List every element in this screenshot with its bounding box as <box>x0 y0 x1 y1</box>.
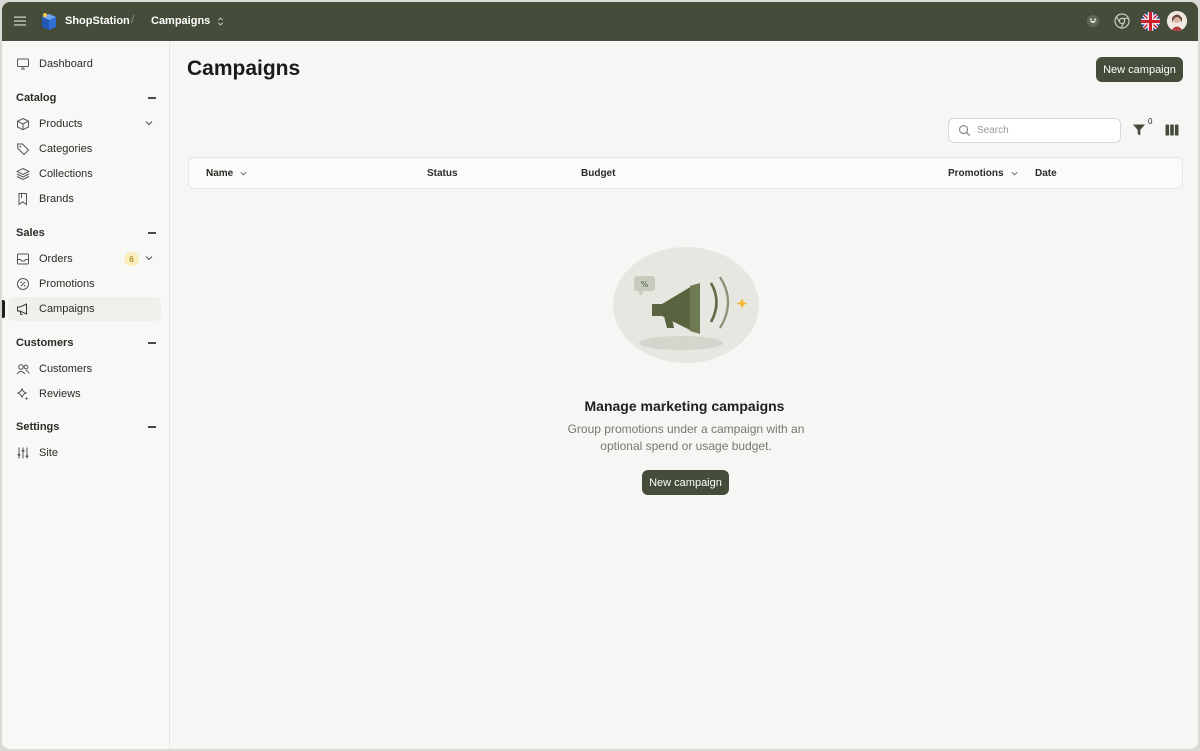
search-icon <box>959 125 971 137</box>
store-status-icon[interactable] <box>1085 13 1101 29</box>
sidebar-item-promotions[interactable]: Promotions <box>8 272 161 296</box>
main-content: Campaigns New campaign 0 Name Status Bud… <box>171 41 1198 749</box>
column-header-status[interactable]: Status <box>427 168 458 179</box>
section-label: Settings <box>16 421 60 433</box>
sidebar-item-site[interactable]: Site <box>8 441 161 465</box>
sidebar-item-orders[interactable]: Orders 6 <box>8 247 161 271</box>
section-label: Catalog <box>16 92 57 104</box>
breadcrumb-current: Campaigns <box>151 15 211 27</box>
section-label: Customers <box>16 337 74 349</box>
filter-count: 0 <box>1148 117 1153 126</box>
svg-text:%: % <box>641 280 649 289</box>
column-header-name[interactable]: Name <box>206 168 248 179</box>
box-icon <box>16 117 30 131</box>
sidebar-item-customers[interactable]: Customers <box>8 357 161 381</box>
sidebar-item-brands[interactable]: Brands <box>8 187 161 211</box>
sidebar-item-label: Promotions <box>39 278 95 290</box>
chevron-down-icon <box>240 171 247 176</box>
section-sales[interactable]: Sales <box>16 227 156 239</box>
empty-state-title: Manage marketing campaigns <box>584 398 785 414</box>
users-icon <box>16 362 30 376</box>
bookmark-icon <box>16 192 30 206</box>
empty-state-description: Group promotions under a campaign with a… <box>567 422 805 453</box>
column-header-date[interactable]: Date <box>1035 168 1057 179</box>
sidebar-item-dashboard[interactable]: Dashboard <box>8 52 161 76</box>
percent-badge-icon <box>16 277 30 291</box>
top-bar: ShopStation / Campaigns <box>2 2 1198 41</box>
section-settings[interactable]: Settings <box>16 421 156 433</box>
sidebar-item-products[interactable]: Products <box>8 112 161 136</box>
funnel-icon[interactable] <box>1132 123 1146 137</box>
search-box[interactable] <box>948 118 1121 143</box>
layers-icon <box>16 167 30 181</box>
search-input[interactable] <box>977 125 1107 136</box>
section-label: Sales <box>16 227 45 239</box>
user-avatar[interactable] <box>1167 11 1187 31</box>
active-indicator <box>2 300 5 318</box>
megaphone-illustration-icon: % <box>613 247 759 363</box>
table-header: Name Status Budget Promotions Date <box>188 157 1183 189</box>
collapse-icon <box>148 426 156 428</box>
column-label: Name <box>206 168 234 179</box>
column-label: Date <box>1035 168 1057 179</box>
chevron-down-icon <box>1011 171 1018 176</box>
brand-name[interactable]: ShopStation <box>65 15 130 27</box>
menu-icon[interactable] <box>13 14 27 28</box>
breadcrumb-separator: / <box>131 14 135 26</box>
section-customers[interactable]: Customers <box>16 337 156 349</box>
monitor-icon <box>16 57 30 71</box>
sidebar-item-label: Categories <box>39 143 93 155</box>
sidebar-item-label: Dashboard <box>39 58 93 70</box>
sidebar-item-label: Products <box>39 118 83 130</box>
column-label: Status <box>427 168 458 179</box>
sparkle-icon <box>16 387 30 401</box>
sidebar-item-label: Reviews <box>39 388 81 400</box>
sidebar-item-label: Brands <box>39 193 74 205</box>
sidebar-item-label: Collections <box>39 168 93 180</box>
sidebar-item-label: Campaigns <box>39 303 95 315</box>
orders-count-badge: 6 <box>124 252 139 266</box>
collapse-icon <box>148 97 156 99</box>
column-header-promotions[interactable]: Promotions <box>948 168 1019 179</box>
collapse-icon <box>148 342 156 344</box>
sidebar-item-label: Customers <box>39 363 93 375</box>
chevron-up-down-icon <box>218 16 224 26</box>
column-label: Promotions <box>948 168 1004 179</box>
shopstation-logo-icon[interactable] <box>40 11 58 31</box>
sidebar-item-reviews[interactable]: Reviews <box>8 382 161 406</box>
app-window: ShopStation / Campaigns Dashboard Catalo… <box>2 2 1198 749</box>
column-header-budget[interactable]: Budget <box>581 168 615 179</box>
sidebar-item-campaigns[interactable]: Campaigns <box>8 297 161 321</box>
inbox-icon <box>16 252 30 266</box>
sidebar: Dashboard Catalog Products Categories Co… <box>2 41 170 749</box>
page-title: Campaigns <box>187 57 301 80</box>
columns-icon[interactable] <box>1165 124 1179 136</box>
language-flag-icon[interactable] <box>1141 12 1160 31</box>
section-catalog[interactable]: Catalog <box>16 92 156 104</box>
new-campaign-button[interactable]: New campaign <box>1096 57 1183 82</box>
sidebar-item-categories[interactable]: Categories <box>8 137 161 161</box>
chevron-down-icon <box>145 121 153 126</box>
column-label: Budget <box>581 168 616 179</box>
chevron-down-icon <box>145 256 153 261</box>
sliders-icon <box>16 446 30 460</box>
tag-icon <box>16 142 30 156</box>
collapse-icon <box>148 232 156 234</box>
sidebar-item-label: Orders <box>39 253 73 265</box>
sidebar-item-label: Site <box>39 447 58 459</box>
breadcrumb-switcher[interactable]: Campaigns <box>151 15 224 27</box>
browser-icon[interactable] <box>1113 12 1131 30</box>
sidebar-item-collections[interactable]: Collections <box>8 162 161 186</box>
megaphone-icon <box>16 302 30 316</box>
empty-new-campaign-button[interactable]: New campaign <box>642 470 729 495</box>
